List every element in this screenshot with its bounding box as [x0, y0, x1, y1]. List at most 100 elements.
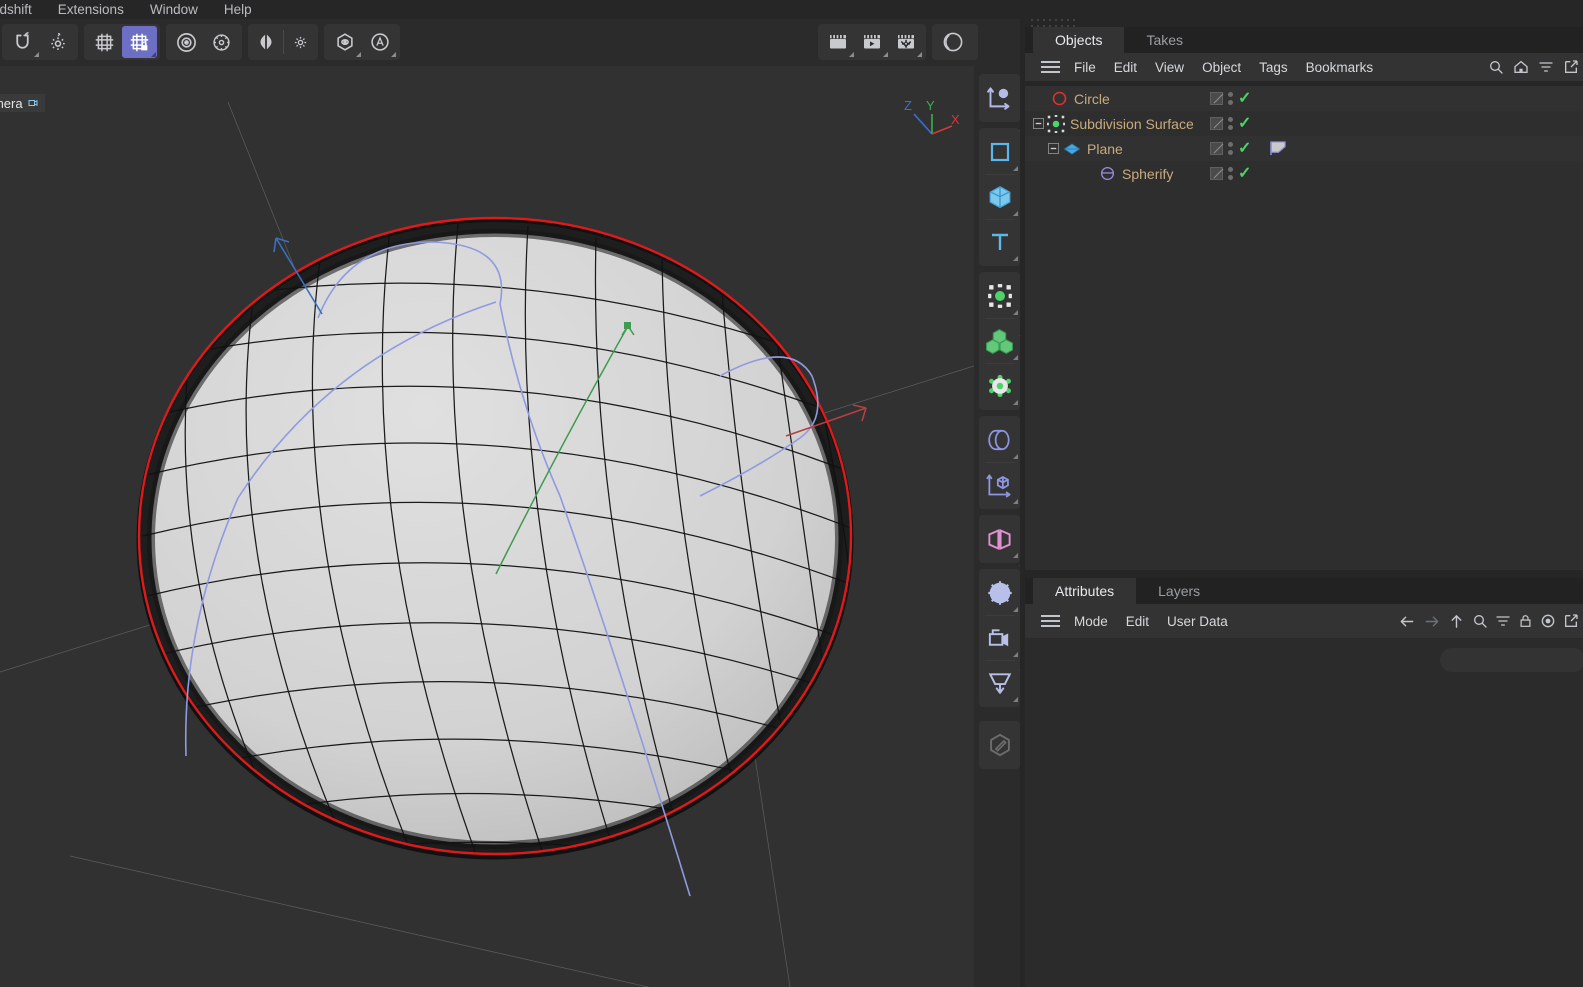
world-axis-icon[interactable] [169, 26, 204, 58]
viewport-camera-label[interactable]: ult Camera [0, 94, 45, 112]
collapse-expander-icon[interactable] [1033, 118, 1044, 129]
light-object-icon[interactable] [980, 571, 1020, 615]
axis-settings-icon[interactable] [204, 26, 239, 58]
render-to-picture-viewer-icon[interactable] [855, 26, 889, 58]
coordinate-deformer-icon[interactable] [980, 463, 1020, 507]
toggle-layout-icon[interactable] [945, 66, 970, 68]
enable-checkmark-icon[interactable]: ✓ [1238, 165, 1251, 182]
viewport-display-group [324, 24, 400, 60]
enable-checkmark-icon[interactable]: ✓ [1238, 115, 1251, 132]
zoom-view-icon[interactable] [895, 66, 920, 68]
array-generator-icon[interactable] [980, 319, 1020, 363]
object-manager-hamburger-icon[interactable] [1035, 61, 1065, 73]
attribute-manager-icon-row [1398, 613, 1583, 630]
object-tree[interactable]: Circle ✓ Subdivision Surface ✓ Plane ✓ S… [1025, 86, 1583, 570]
right-panel-stack: Objects Takes File Edit View Object Tags… [1025, 0, 1583, 987]
workplane-icon[interactable] [87, 26, 122, 58]
visibility-dots[interactable] [1228, 167, 1233, 180]
tab-attributes[interactable]: Attributes [1033, 578, 1137, 604]
enable-checkmark-icon[interactable]: ✓ [1238, 90, 1251, 107]
cube-primitive-icon[interactable] [980, 175, 1020, 219]
pan-view-icon[interactable] [870, 66, 895, 68]
camera-object-icon[interactable] [980, 616, 1020, 660]
object-row-subdivision-surface[interactable]: Subdivision Surface ✓ [1025, 111, 1583, 136]
object-row-plane[interactable]: Plane ✓ [1025, 136, 1583, 161]
phong-tag-icon[interactable] [1270, 141, 1287, 156]
enable-snapping-icon[interactable] [5, 26, 40, 58]
pin-icon[interactable] [1540, 613, 1556, 629]
top-toolbar [0, 19, 1022, 66]
om-menu-tags[interactable]: Tags [1250, 60, 1297, 75]
attribute-manager-body[interactable] [1025, 638, 1583, 987]
am-menu-user-data[interactable]: User Data [1158, 614, 1237, 629]
search-icon[interactable] [1472, 613, 1488, 629]
collapse-expander-icon[interactable] [1048, 143, 1059, 154]
filter-icon[interactable] [1538, 59, 1554, 75]
om-menu-object[interactable]: Object [1193, 60, 1250, 75]
enable-checkmark-icon[interactable]: ✓ [1238, 140, 1251, 157]
display-toggle-icon[interactable] [1210, 167, 1223, 180]
corner-marker [883, 52, 888, 57]
attribute-field-pill[interactable] [1440, 648, 1583, 672]
stage-object-icon[interactable] [980, 661, 1020, 705]
am-menu-mode[interactable]: Mode [1065, 614, 1117, 629]
tab-layers[interactable]: Layers [1136, 578, 1223, 604]
am-menu-edit[interactable]: Edit [1117, 614, 1158, 629]
om-menu-edit[interactable]: Edit [1105, 60, 1146, 75]
plane-primitive-icon[interactable] [980, 130, 1020, 174]
spherify-deformer-icon [1100, 166, 1115, 181]
symmetry-settings-icon[interactable] [285, 26, 315, 58]
render-settings-icon[interactable] [889, 26, 923, 58]
rotate-view-icon[interactable] [920, 66, 945, 68]
search-icon[interactable] [1488, 59, 1504, 75]
om-menu-bookmarks[interactable]: Bookmarks [1297, 60, 1383, 75]
display-toggle-icon[interactable] [1210, 117, 1223, 130]
tab-takes[interactable]: Takes [1124, 27, 1206, 53]
object-manager-tabs: Objects Takes [1025, 27, 1583, 53]
object-row-spherify[interactable]: Spherify ✓ [1025, 161, 1583, 186]
render-group [818, 24, 926, 60]
symmetry-icon[interactable] [251, 26, 281, 58]
lock-icon[interactable] [1518, 613, 1533, 629]
forward-arrow-icon[interactable] [1423, 613, 1441, 630]
visibility-dots[interactable] [1228, 92, 1233, 105]
om-menu-view[interactable]: View [1146, 60, 1193, 75]
up-arrow-icon[interactable] [1448, 613, 1465, 630]
lock-workplane-icon[interactable] [122, 26, 157, 58]
render-view-icon[interactable] [821, 26, 855, 58]
menu-help[interactable]: Help [211, 0, 265, 19]
display-toggle-icon[interactable] [1210, 92, 1223, 105]
menu-redshift[interactable]: edshift [0, 0, 45, 19]
filter-icon[interactable] [1495, 613, 1511, 629]
display-toggle-icon[interactable] [1210, 142, 1223, 155]
horizontal-panel-divider[interactable] [1025, 570, 1583, 578]
field-object-icon[interactable] [980, 517, 1020, 561]
om-menu-file[interactable]: File [1065, 60, 1105, 75]
viewport[interactable]: ult Camera [0, 66, 974, 987]
visibility-dots[interactable] [1228, 142, 1233, 155]
menu-window[interactable]: Window [137, 0, 211, 19]
tab-objects[interactable]: Objects [1033, 27, 1125, 53]
viewport-solo-icon[interactable] [327, 26, 362, 58]
home-icon[interactable] [1513, 59, 1529, 75]
attribute-manager-hamburger-icon[interactable] [1035, 615, 1065, 627]
camera-label-text: ult Camera [0, 95, 23, 111]
menu-extensions[interactable]: Extensions [45, 0, 137, 19]
null-object-icon[interactable] [980, 274, 1020, 318]
visibility-dots[interactable] [1228, 117, 1233, 130]
snap-settings-icon[interactable] [40, 26, 75, 58]
expand-icon[interactable] [1563, 59, 1579, 75]
object-row-circle[interactable]: Circle ✓ [1025, 86, 1583, 111]
material-preview-icon[interactable] [935, 26, 970, 58]
annotation-icon[interactable] [362, 26, 397, 58]
expand-icon[interactable] [1563, 613, 1579, 629]
text-primitive-icon[interactable] [980, 220, 1020, 264]
material-edit-icon[interactable] [980, 723, 1020, 767]
object-palette [974, 66, 1025, 987]
corner-marker [1012, 697, 1018, 702]
bend-deformer-icon[interactable] [980, 418, 1020, 462]
cloner-icon[interactable] [980, 364, 1020, 408]
axis-move-icon[interactable] [980, 76, 1020, 120]
back-arrow-icon[interactable] [1398, 613, 1416, 630]
axis-group [166, 24, 242, 60]
